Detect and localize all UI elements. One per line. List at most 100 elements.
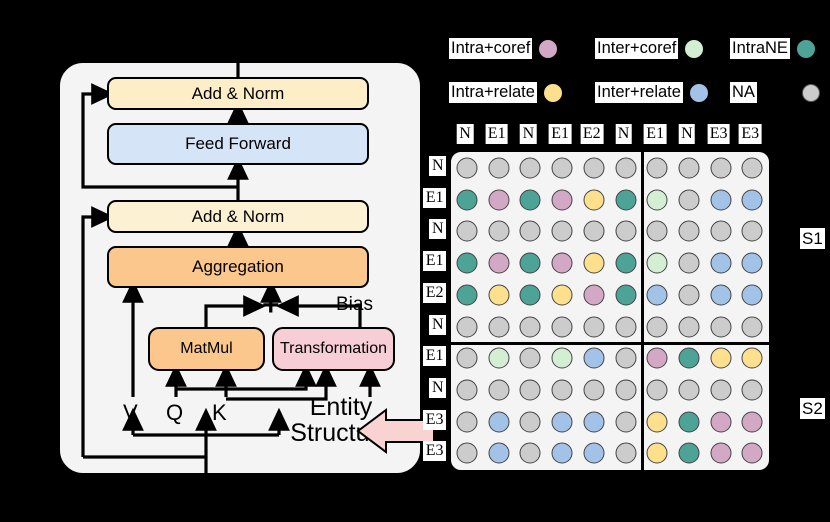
matrix-cell[interactable] xyxy=(741,442,763,464)
matrix-cell[interactable] xyxy=(583,379,605,401)
matrix-cell[interactable] xyxy=(488,347,510,369)
matrix-cell[interactable] xyxy=(519,347,541,369)
matrix-cell[interactable] xyxy=(488,316,510,337)
matrix-cell[interactable] xyxy=(551,411,573,433)
matrix-cell[interactable] xyxy=(646,316,668,337)
matrix-cell[interactable] xyxy=(456,252,478,274)
matrix-cell[interactable] xyxy=(646,157,668,179)
matrix-cell[interactable] xyxy=(615,189,636,211)
matrix-cell[interactable] xyxy=(488,379,510,401)
matrix-cell[interactable] xyxy=(646,442,668,464)
matrix-cell[interactable] xyxy=(583,284,605,306)
matrix-cell[interactable] xyxy=(615,316,636,337)
matrix-cell[interactable] xyxy=(456,157,478,179)
block-add-norm-top[interactable]: Add & Norm xyxy=(107,77,369,110)
matrix-cell[interactable] xyxy=(678,411,700,433)
matrix-cell[interactable] xyxy=(488,284,510,306)
matrix-cell[interactable] xyxy=(519,316,541,337)
matrix-cell[interactable] xyxy=(583,220,605,242)
matrix-cell[interactable] xyxy=(678,220,700,242)
matrix-cell[interactable] xyxy=(488,442,510,464)
matrix-cell[interactable] xyxy=(519,252,541,274)
matrix-cell[interactable] xyxy=(488,252,510,274)
block-matmul[interactable]: MatMul xyxy=(148,327,265,371)
matrix-cell[interactable] xyxy=(456,189,478,211)
matrix-cell[interactable] xyxy=(646,284,668,306)
matrix-cell[interactable] xyxy=(615,411,636,433)
matrix-cell[interactable] xyxy=(519,284,541,306)
matrix-cell[interactable] xyxy=(615,442,636,464)
matrix-cell[interactable] xyxy=(456,284,478,306)
matrix-cell[interactable] xyxy=(646,347,668,369)
matrix-cell[interactable] xyxy=(456,347,478,369)
matrix-cell[interactable] xyxy=(710,347,732,369)
matrix-cell[interactable] xyxy=(678,442,700,464)
matrix-cell[interactable] xyxy=(710,316,732,337)
entity-structure-matrix[interactable] xyxy=(449,150,771,472)
matrix-cell[interactable] xyxy=(710,284,732,306)
matrix-cell[interactable] xyxy=(519,442,541,464)
matrix-cell[interactable] xyxy=(615,379,636,401)
matrix-cell[interactable] xyxy=(646,189,668,211)
matrix-cell[interactable] xyxy=(551,252,573,274)
matrix-cell[interactable] xyxy=(710,189,732,211)
matrix-cell[interactable] xyxy=(741,379,763,401)
matrix-cell[interactable] xyxy=(519,411,541,433)
matrix-cell[interactable] xyxy=(678,347,700,369)
matrix-cell[interactable] xyxy=(646,252,668,274)
matrix-cell[interactable] xyxy=(615,252,636,274)
matrix-cell[interactable] xyxy=(583,442,605,464)
matrix-cell[interactable] xyxy=(551,157,573,179)
matrix-cell[interactable] xyxy=(456,411,478,433)
matrix-cell[interactable] xyxy=(741,220,763,242)
matrix-cell[interactable] xyxy=(678,189,700,211)
matrix-cell[interactable] xyxy=(678,157,700,179)
matrix-cell[interactable] xyxy=(710,442,732,464)
matrix-cell[interactable] xyxy=(678,284,700,306)
matrix-cell[interactable] xyxy=(488,189,510,211)
matrix-cell[interactable] xyxy=(741,157,763,179)
matrix-cell[interactable] xyxy=(615,157,636,179)
matrix-cell[interactable] xyxy=(646,379,668,401)
matrix-cell[interactable] xyxy=(551,284,573,306)
matrix-cell[interactable] xyxy=(741,347,763,369)
block-transformation[interactable]: Transformation xyxy=(272,327,395,371)
matrix-cell[interactable] xyxy=(456,379,478,401)
matrix-cell[interactable] xyxy=(519,220,541,242)
matrix-cell[interactable] xyxy=(551,379,573,401)
matrix-cell[interactable] xyxy=(583,316,605,337)
matrix-cell[interactable] xyxy=(710,157,732,179)
matrix-cell[interactable] xyxy=(583,411,605,433)
matrix-cell[interactable] xyxy=(488,157,510,179)
matrix-cell[interactable] xyxy=(741,411,763,433)
matrix-cell[interactable] xyxy=(741,316,763,337)
matrix-cell[interactable] xyxy=(615,284,636,306)
matrix-cell[interactable] xyxy=(583,189,605,211)
matrix-cell[interactable] xyxy=(456,316,478,337)
matrix-cell[interactable] xyxy=(583,347,605,369)
matrix-cell[interactable] xyxy=(741,189,763,211)
block-aggregation[interactable]: Aggregation xyxy=(107,246,369,288)
matrix-cell[interactable] xyxy=(456,442,478,464)
matrix-cell[interactable] xyxy=(583,252,605,274)
matrix-cell[interactable] xyxy=(488,220,510,242)
matrix-cell[interactable] xyxy=(678,252,700,274)
matrix-cell[interactable] xyxy=(615,220,636,242)
matrix-cell[interactable] xyxy=(583,157,605,179)
matrix-cell[interactable] xyxy=(519,189,541,211)
matrix-cell[interactable] xyxy=(551,316,573,337)
matrix-cell[interactable] xyxy=(710,220,732,242)
matrix-cell[interactable] xyxy=(519,157,541,179)
matrix-cell[interactable] xyxy=(741,252,763,274)
matrix-cell[interactable] xyxy=(551,347,573,369)
matrix-cell[interactable] xyxy=(710,379,732,401)
matrix-cell[interactable] xyxy=(710,411,732,433)
matrix-cell[interactable] xyxy=(551,220,573,242)
matrix-cell[interactable] xyxy=(519,379,541,401)
matrix-cell[interactable] xyxy=(646,411,668,433)
matrix-cell[interactable] xyxy=(456,220,478,242)
matrix-cell[interactable] xyxy=(710,252,732,274)
matrix-cell[interactable] xyxy=(551,442,573,464)
matrix-cell[interactable] xyxy=(488,411,510,433)
block-add-norm-bottom[interactable]: Add & Norm xyxy=(107,200,369,233)
